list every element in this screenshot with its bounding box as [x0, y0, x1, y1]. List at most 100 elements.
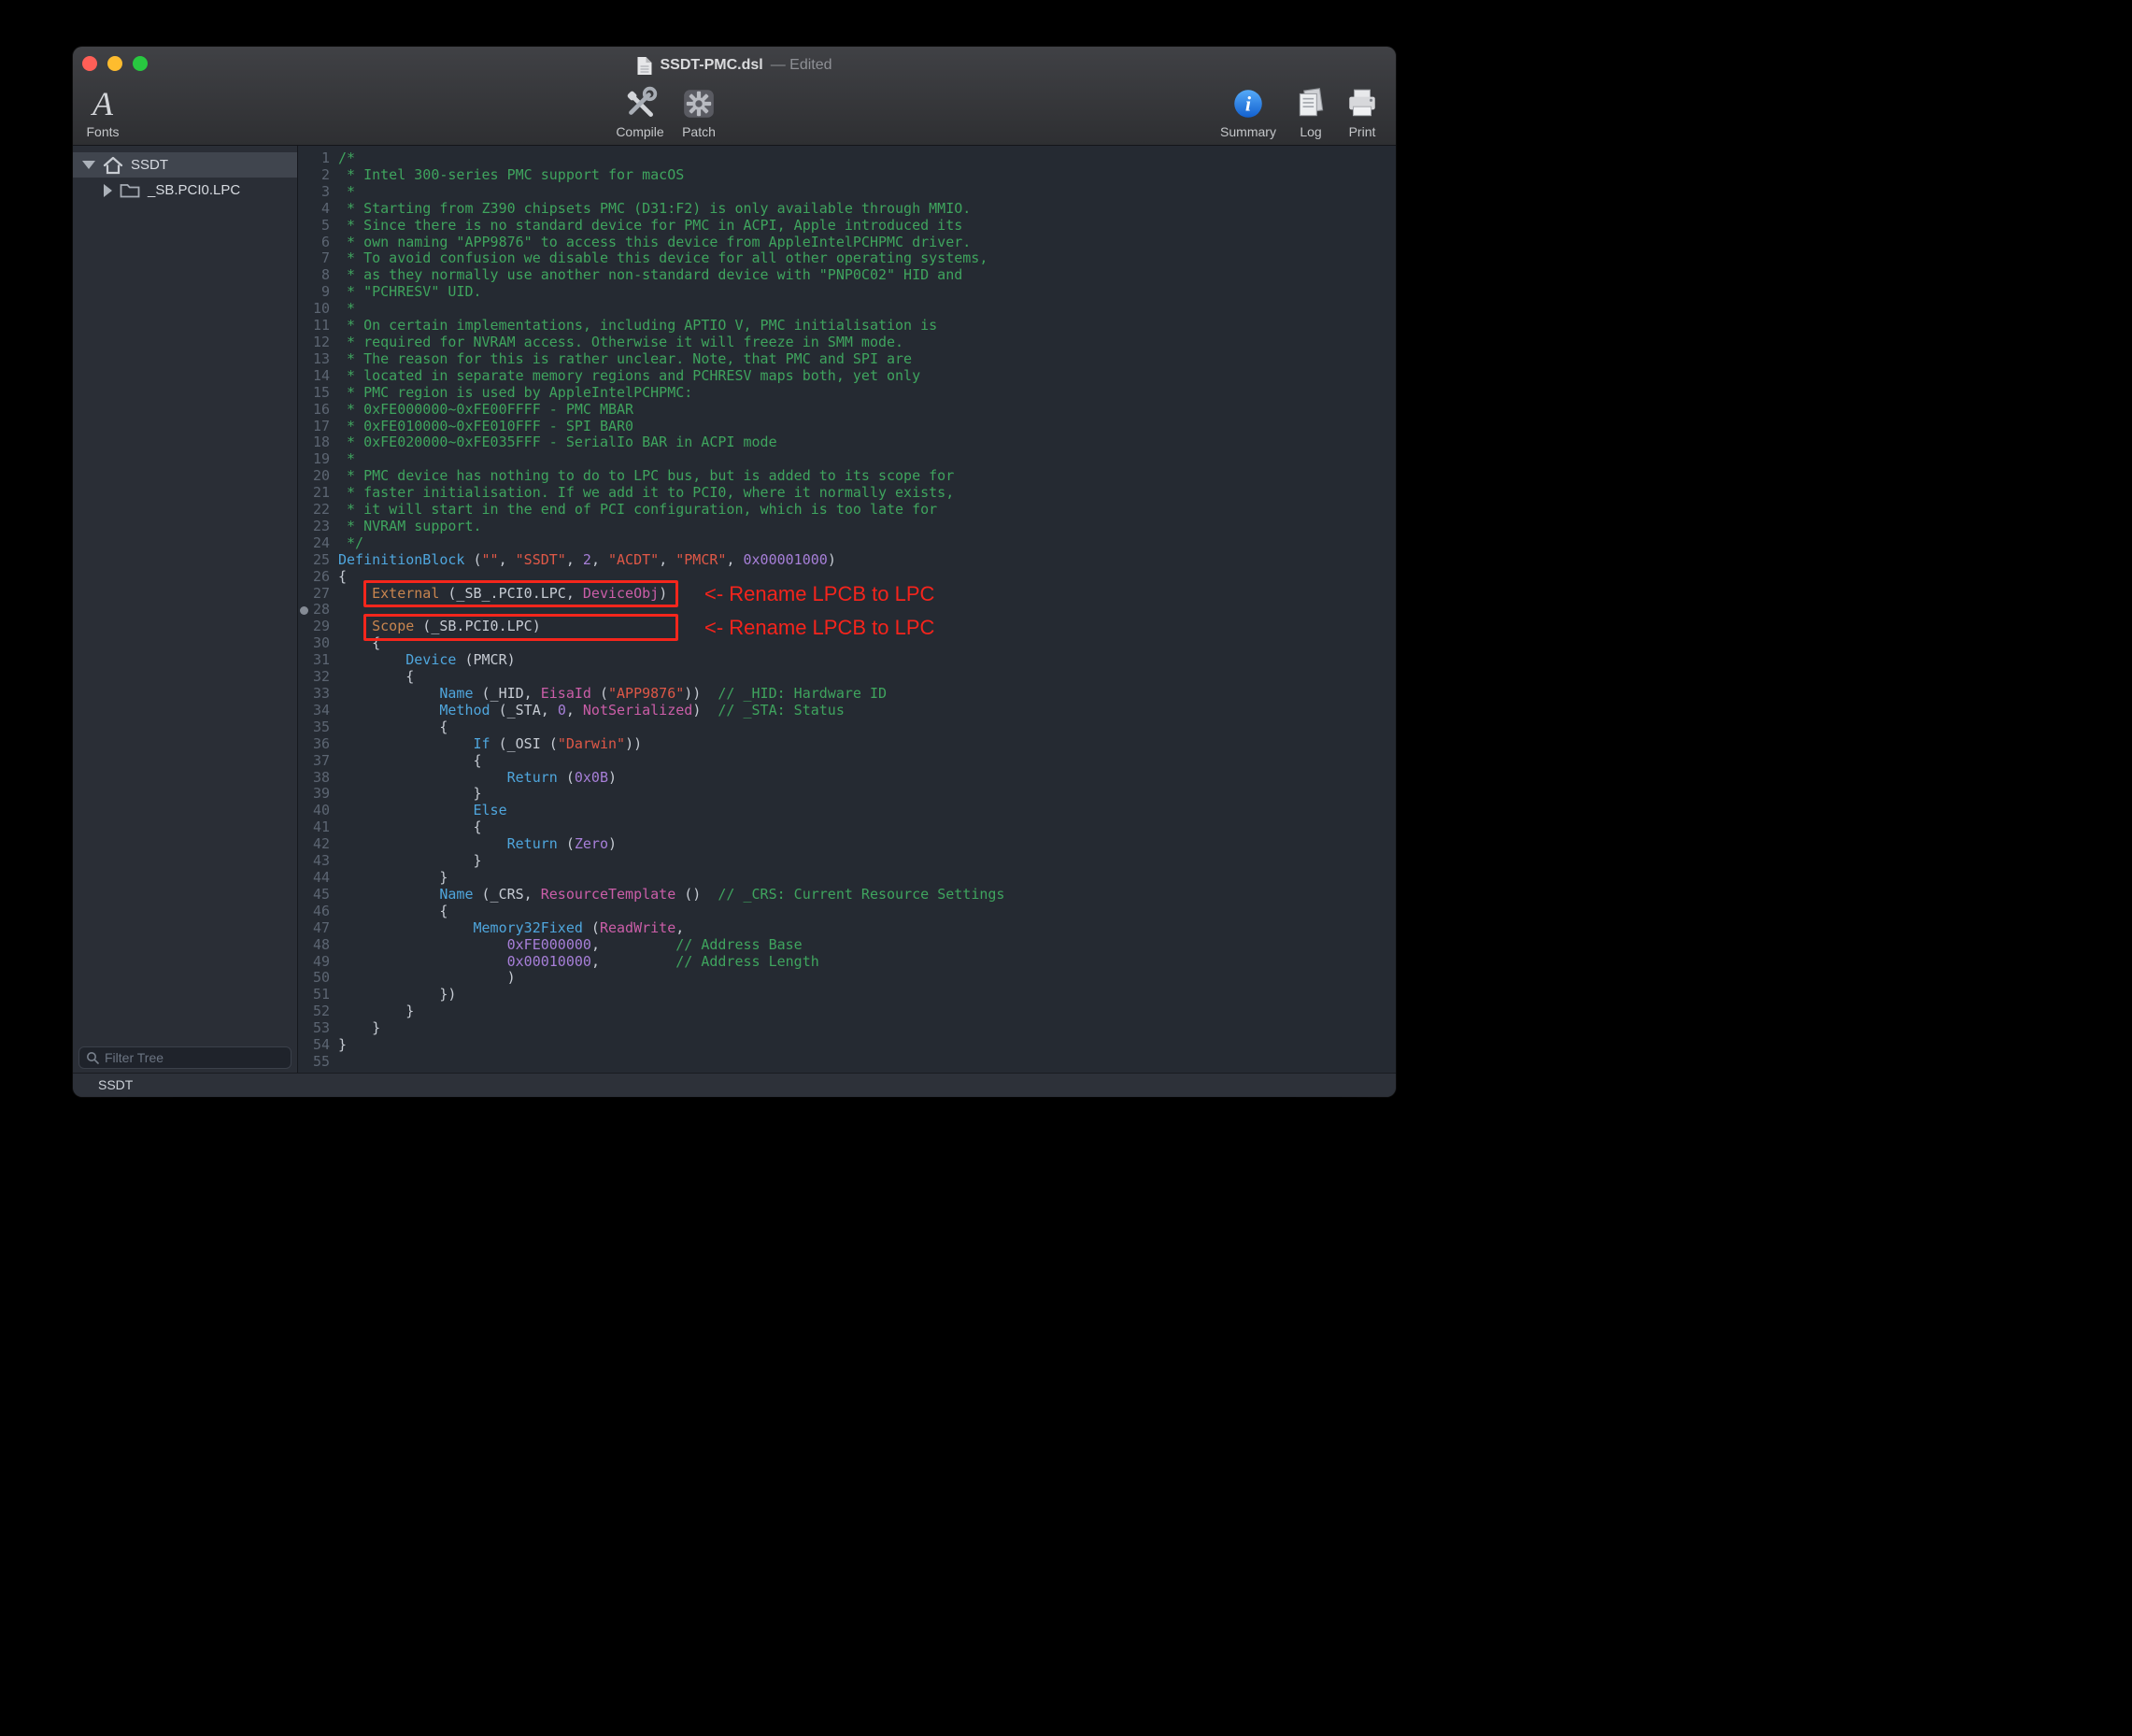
code-line: Device (PMCR) — [338, 652, 1396, 669]
code-line: Name (_CRS, ResourceTemplate () // _CRS:… — [338, 887, 1396, 904]
annotation-highlight-box — [363, 614, 678, 641]
code-editor[interactable]: 1234567891011121314151617181920212223242… — [297, 146, 1396, 1073]
print-button[interactable]: Print — [1332, 84, 1392, 139]
line-number: 14 — [298, 368, 330, 385]
code-line: } — [338, 853, 1396, 870]
summary-button[interactable]: i Summary — [1218, 84, 1278, 139]
line-number: 20 — [298, 468, 330, 485]
code-line: * To avoid confusion we disable this dev… — [338, 250, 1396, 267]
code-line — [338, 1054, 1396, 1071]
code-line: * 0xFE000000~0xFE00FFFF - PMC MBAR — [338, 402, 1396, 419]
fonts-label: Fonts — [73, 124, 133, 139]
tree-sidebar: SSDT _SB.PCI0.LPC — [73, 146, 297, 1073]
code-line: * The reason for this is rather unclear.… — [338, 351, 1396, 368]
window-title-text: SSDT-PMC.dsl — [660, 57, 762, 74]
filter-tree-field — [78, 1046, 291, 1069]
fonts-button[interactable]: A Fonts — [73, 84, 133, 139]
line-number: 37 — [298, 753, 330, 770]
line-number: 17 — [298, 419, 330, 435]
code-line: 0xFE000000, // Address Base — [338, 937, 1396, 954]
line-number: 46 — [298, 904, 330, 920]
code-line: { — [338, 904, 1396, 920]
code-line: DefinitionBlock ("", "SSDT", 2, "ACDT", … — [338, 552, 1396, 569]
code-line: * — [338, 451, 1396, 468]
code-line: */ — [338, 535, 1396, 552]
line-number: 19 — [298, 451, 330, 468]
code-line: } — [338, 1037, 1396, 1054]
code-line: * — [338, 184, 1396, 201]
code-line: Return (Zero) — [338, 836, 1396, 853]
line-number: 21 — [298, 485, 330, 502]
code-line: * required for NVRAM access. Otherwise i… — [338, 334, 1396, 351]
code-line: * Intel 300-series PMC support for macOS — [338, 167, 1396, 184]
code-line: * NVRAM support. — [338, 519, 1396, 535]
line-number: 47 — [298, 920, 330, 937]
folder-icon — [120, 182, 140, 199]
patch-label: Patch — [669, 124, 729, 139]
status-text: SSDT — [98, 1077, 133, 1092]
disclosure-triangle-expanded-icon[interactable] — [82, 161, 95, 169]
line-number: 3 — [298, 184, 330, 201]
patch-button[interactable]: Patch — [669, 84, 729, 139]
code-line: Return (0x0B) — [338, 770, 1396, 787]
line-number: 7 — [298, 250, 330, 267]
compile-button[interactable]: Compile — [610, 84, 670, 139]
line-number: 2 — [298, 167, 330, 184]
code-line: * it will start in the end of PCI config… — [338, 502, 1396, 519]
annotation-highlight-box — [363, 580, 678, 607]
code-line: * Starting from Z390 chipsets PMC (D31:F… — [338, 201, 1396, 218]
line-number: 5 — [298, 218, 330, 235]
line-number: 41 — [298, 819, 330, 836]
window-content: SSDT _SB.PCI0.LPC — [73, 146, 1396, 1073]
line-number: 49 — [298, 954, 330, 971]
line-number: 18 — [298, 434, 330, 451]
line-number: 6 — [298, 235, 330, 251]
annotation-note: <- Rename LPCB to LPC — [704, 584, 934, 605]
code-line: * 0xFE010000~0xFE010FFF - SPI BAR0 — [338, 419, 1396, 435]
code-line: Name (_HID, EisaId ("APP9876")) // _HID:… — [338, 686, 1396, 703]
line-number: 26 — [298, 569, 330, 586]
code-line: 0x00010000, // Address Length — [338, 954, 1396, 971]
window-edited-text: — Edited — [771, 57, 832, 74]
code-line: Memory32Fixed (ReadWrite, — [338, 920, 1396, 937]
code-line: * located in separate memory regions and… — [338, 368, 1396, 385]
line-number: 52 — [298, 1003, 330, 1020]
code-line: * as they normally use another non-stand… — [338, 267, 1396, 284]
home-icon — [103, 156, 123, 175]
tree-item-ssdt[interactable]: SSDT — [73, 152, 297, 178]
line-number: 1 — [298, 150, 330, 167]
code-line: { — [338, 819, 1396, 836]
disclosure-triangle-collapsed-icon[interactable] — [104, 184, 112, 197]
line-number: 36 — [298, 736, 330, 753]
line-number: 31 — [298, 652, 330, 669]
line-number: 15 — [298, 385, 330, 402]
gutter-marker-icon — [300, 606, 308, 615]
minimize-button[interactable] — [107, 56, 122, 71]
line-number: 22 — [298, 502, 330, 519]
search-icon — [86, 1051, 99, 1069]
line-number: 35 — [298, 719, 330, 736]
line-number: 13 — [298, 351, 330, 368]
code-line: Else — [338, 803, 1396, 819]
line-number: 30 — [298, 635, 330, 652]
line-number: 10 — [298, 301, 330, 318]
line-number: 39 — [298, 786, 330, 803]
code-line: Method (_STA, 0, NotSerialized) // _STA:… — [338, 703, 1396, 719]
code-content: /* * Intel 300-series PMC support for ma… — [338, 150, 1396, 1071]
line-number: 27 — [298, 586, 330, 603]
close-button[interactable] — [82, 56, 97, 71]
code-line: { — [338, 719, 1396, 736]
line-number: 25 — [298, 552, 330, 569]
window-header: SSDT-PMC.dsl — Edited A Fonts Compile — [73, 47, 1396, 146]
filter-tree-input[interactable] — [78, 1046, 291, 1069]
code-line: { — [338, 753, 1396, 770]
annotation-note: <- Rename LPCB to LPC — [704, 618, 934, 638]
line-number: 55 — [298, 1054, 330, 1071]
code-line: } — [338, 1020, 1396, 1037]
fullscreen-button[interactable] — [133, 56, 148, 71]
tree-item-sb-pci0-lpc[interactable]: _SB.PCI0.LPC — [73, 178, 297, 203]
line-number: 23 — [298, 519, 330, 535]
tree-item-label: SSDT — [131, 157, 168, 173]
patch-gear-icon — [669, 84, 729, 123]
code-line: * "PCHRESV" UID. — [338, 284, 1396, 301]
